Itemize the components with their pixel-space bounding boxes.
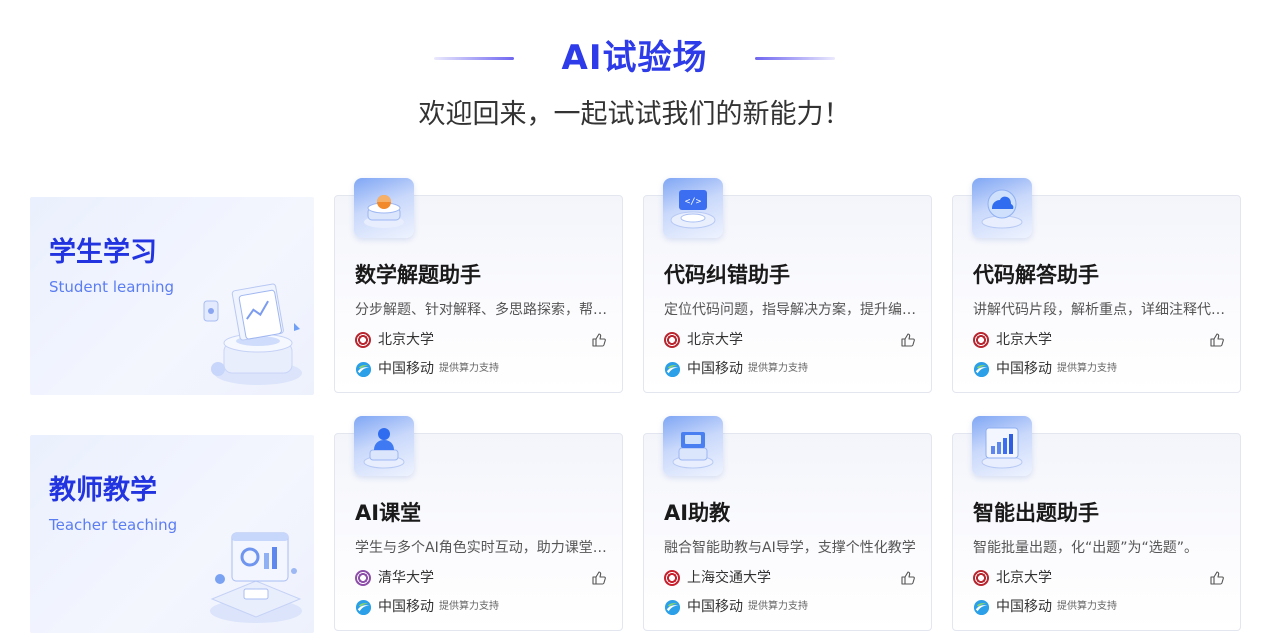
org-row: 北京大学 (973, 330, 1225, 350)
tool-description: 融合智能助教与AI导学，支撑个性化教学 (664, 540, 916, 556)
svg-text:</>: </> (685, 197, 702, 207)
category-subtitle: Student learning (49, 278, 175, 296)
tool-card-code-debug[interactable]: </> 代码纠错助手 定位代码问题，指导解决方案，提升编程能力 北京大学 中国移… (643, 178, 932, 393)
tool-card-code-answer[interactable]: 代码解答助手 讲解代码片段，解析重点，详细注释代码逻辑 北京大学 中国移动 提供… (952, 178, 1241, 393)
thumbs-up-icon[interactable] (591, 332, 607, 348)
tool-card-ai-assistant[interactable]: AI助教 融合智能助教与AI导学，支撑个性化教学 上海交通大学 中国移动 提供算… (643, 416, 932, 631)
tool-name: AI助教 (664, 501, 731, 525)
tool-name: 数学解题助手 (355, 263, 481, 287)
section-student-learning: 学生学习 Student learning 数学解题助手 分步解题、针对解释、多… (30, 176, 1242, 395)
tool-card-question-generator[interactable]: 智能出题助手 智能批量出题，化“出题”为“选题”。 北京大学 中国移动 提供算力… (952, 416, 1241, 631)
compute-support-text: 提供算力支持 (1057, 363, 1117, 374)
tool-description: 学生与多个AI角色实时互动，助力课堂教学 (355, 540, 607, 556)
math-solver-icon (354, 178, 414, 238)
org-row: 北京大学 (973, 568, 1225, 588)
compute-provider-name: 中国移动 (687, 599, 743, 615)
pku-logo-icon (973, 332, 989, 348)
code-debug-icon: </> (663, 178, 723, 238)
compute-provider-name: 中国移动 (996, 361, 1052, 377)
thumbs-up-icon[interactable] (900, 332, 916, 348)
ai-classroom-icon (354, 416, 414, 476)
tool-name: 代码解答助手 (973, 263, 1099, 287)
compute-provider-name: 中国移动 (687, 361, 743, 377)
org-name: 北京大学 (996, 332, 1052, 348)
compute-provider-row: 中国移动 提供算力支持 (973, 359, 1117, 379)
category-title: 教师教学 (49, 475, 157, 506)
title-decor-line-left (433, 56, 514, 60)
category-subtitle: Teacher teaching (49, 516, 178, 534)
thu-logo-icon (355, 570, 371, 586)
tool-description: 定位代码问题，指导解决方案，提升编程能力 (664, 302, 916, 318)
china-mobile-logo-icon (664, 599, 681, 615)
tool-description: 讲解代码片段，解析重点，详细注释代码逻辑 (973, 302, 1225, 318)
org-name: 北京大学 (687, 332, 743, 348)
thumbs-up-icon[interactable] (1209, 570, 1225, 586)
compute-provider-row: 中国移动 提供算力支持 (664, 359, 808, 379)
org-row: 北京大学 (664, 330, 916, 350)
category-card-student: 学生学习 Student learning (30, 197, 314, 395)
compute-support-text: 提供算力支持 (439, 363, 499, 374)
category-card-teacher: 教师教学 Teacher teaching (30, 435, 314, 633)
tool-name: 智能出题助手 (973, 501, 1099, 525)
org-row: 清华大学 (355, 568, 607, 588)
tool-card-ai-classroom[interactable]: AI课堂 学生与多个AI角色实时互动，助力课堂教学 清华大学 中国移动 提供算力… (334, 416, 623, 631)
compute-provider-name: 中国移动 (378, 361, 434, 377)
compute-support-text: 提供算力支持 (1057, 601, 1117, 612)
org-name: 清华大学 (378, 570, 434, 586)
china-mobile-logo-icon (664, 361, 681, 377)
tool-name: 代码纠错助手 (664, 263, 790, 287)
compute-provider-name: 中国移动 (996, 599, 1052, 615)
compute-provider-row: 中国移动 提供算力支持 (973, 597, 1117, 617)
thumbs-up-icon[interactable] (900, 570, 916, 586)
china-mobile-logo-icon (355, 599, 372, 615)
china-mobile-logo-icon (355, 361, 372, 377)
china-mobile-logo-icon (973, 599, 990, 615)
thumbs-up-icon[interactable] (1209, 332, 1225, 348)
compute-support-text: 提供算力支持 (748, 601, 808, 612)
tool-description: 分步解题、针对解释、多思路探索，帮助学生掌握解题方法 (355, 302, 607, 318)
pku-logo-icon (973, 570, 989, 586)
title-decor-line-right (755, 56, 836, 60)
page-subtitle: 欢迎回来，一起试试我们的新能力！ (418, 99, 851, 130)
question-generator-icon (972, 416, 1032, 476)
tool-card-math-solver[interactable]: 数学解题助手 分步解题、针对解释、多思路探索，帮助学生掌握解题方法 北京大学 中… (334, 178, 623, 393)
tool-name: AI课堂 (355, 501, 422, 525)
tool-description: 智能批量出题，化“出题”为“选题”。 (973, 540, 1199, 556)
compute-provider-row: 中国移动 提供算力支持 (355, 359, 499, 379)
code-answer-icon (972, 178, 1032, 238)
org-name: 北京大学 (996, 570, 1052, 586)
org-row: 上海交通大学 (664, 568, 916, 588)
thumbs-up-icon[interactable] (591, 570, 607, 586)
compute-support-text: 提供算力支持 (439, 601, 499, 612)
compute-provider-name: 中国移动 (378, 599, 434, 615)
compute-provider-row: 中国移动 提供算力支持 (664, 597, 808, 617)
category-title: 学生学习 (49, 237, 157, 268)
section-teacher-teaching: 教师教学 Teacher teaching AI课堂 学生与多个AI角色实时互动… (30, 414, 1242, 633)
pku-logo-icon (355, 332, 371, 348)
compute-provider-row: 中国移动 提供算力支持 (355, 597, 499, 617)
sjtu-logo-icon (664, 570, 680, 586)
china-mobile-logo-icon (973, 361, 990, 377)
title-row: AI试验场 (0, 36, 1269, 80)
student-learning-illustration (203, 283, 302, 385)
page-title: AI试验场 (561, 38, 708, 78)
org-name: 北京大学 (378, 332, 434, 348)
org-row: 北京大学 (355, 330, 607, 350)
org-name: 上海交通大学 (687, 570, 771, 586)
page-header: AI试验场 欢迎回来，一起试试我们的新能力！ (0, 0, 1269, 150)
ai-assistant-icon (663, 416, 723, 476)
compute-support-text: 提供算力支持 (748, 363, 808, 374)
teacher-teaching-illustration (210, 532, 302, 623)
pku-logo-icon (664, 332, 680, 348)
